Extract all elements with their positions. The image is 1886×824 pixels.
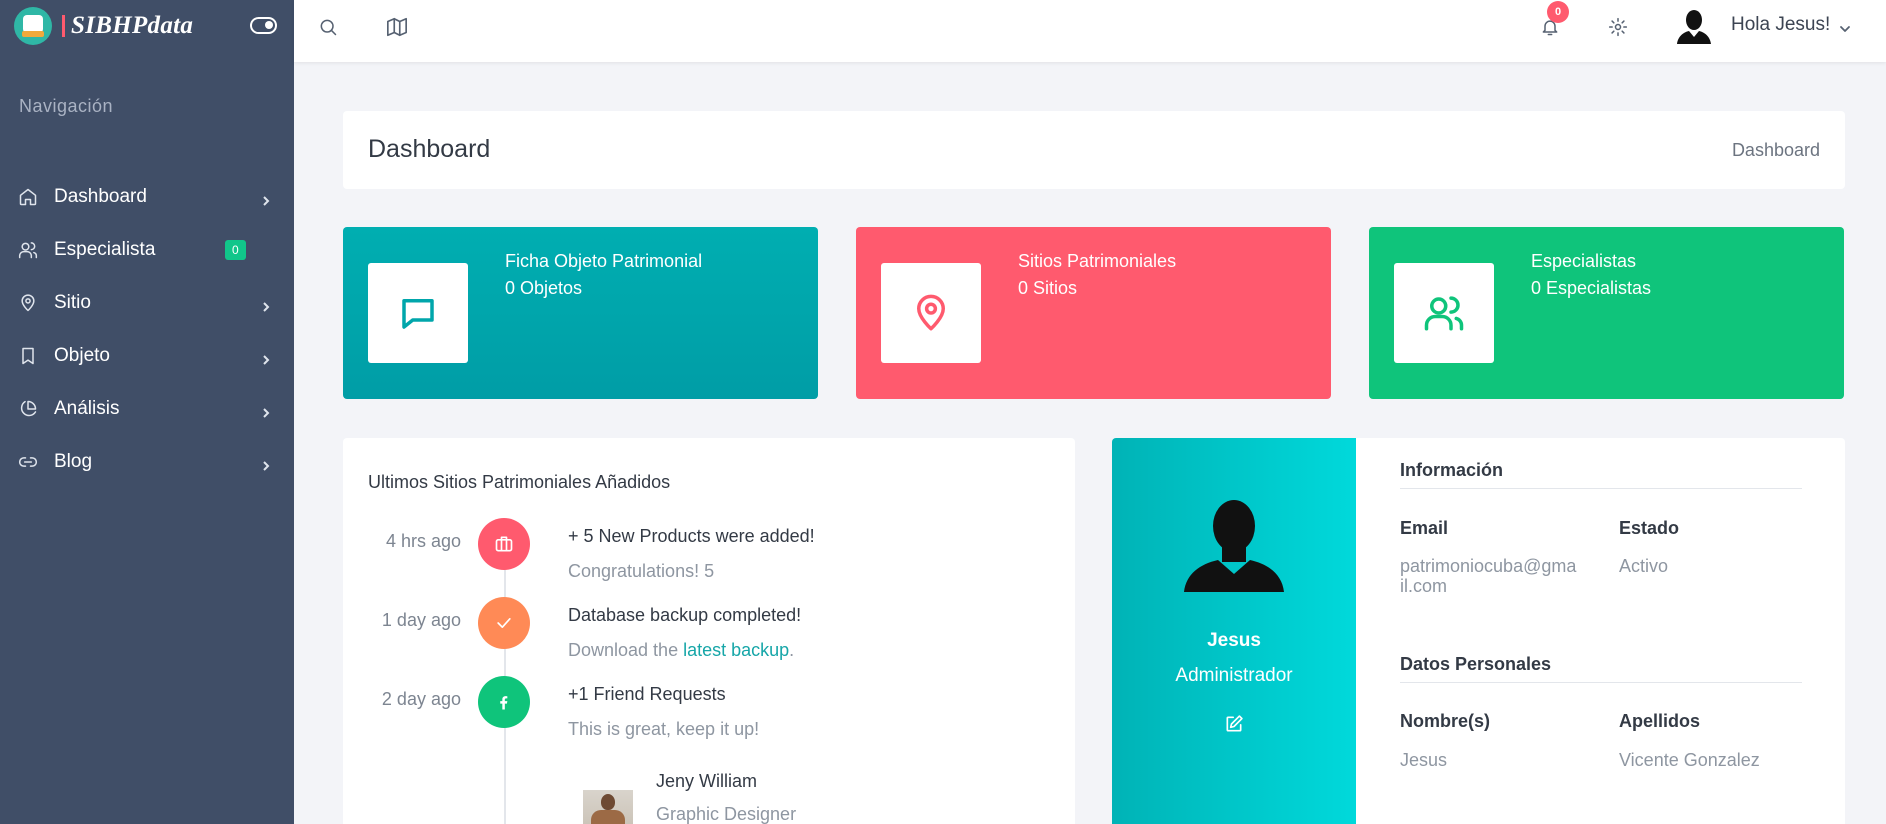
person-photo xyxy=(583,790,633,824)
page-header: Dashboard Dashboard xyxy=(343,111,1845,189)
chevron-right-icon xyxy=(260,456,272,471)
stat-icon-box xyxy=(368,263,468,363)
brand-separator xyxy=(62,15,65,37)
stat-value: 0 Sitios xyxy=(1018,278,1078,298)
count-badge: 0 xyxy=(225,239,246,260)
info-section-title: Información xyxy=(1400,460,1802,489)
timeline-dot xyxy=(478,676,530,728)
first-name-value: Jesus xyxy=(1400,750,1448,770)
email-value-line1: patrimoniocuba@gma xyxy=(1400,556,1577,576)
stat-card-sitios[interactable]: Sitios Patrimoniales 0 Sitios xyxy=(856,227,1331,399)
profile-name: Jesus xyxy=(1207,630,1261,651)
map-pin-icon xyxy=(917,294,945,331)
stat-icon-box xyxy=(881,263,981,363)
first-name-label: Nombre(s) xyxy=(1400,711,1491,731)
chevron-right-icon xyxy=(260,350,272,365)
sidebar-item-label: Sitio xyxy=(54,291,91,313)
home-icon xyxy=(19,188,37,205)
last-name-label: Apellidos xyxy=(1619,711,1701,731)
timeline-dot xyxy=(478,518,530,570)
bookmark-icon xyxy=(22,347,34,364)
sidebar-item-objeto[interactable]: Objeto xyxy=(0,329,294,382)
check-icon xyxy=(497,618,511,628)
last-name-value: Vicente Gonzalez xyxy=(1619,750,1760,770)
timeline-card: Ultimos Sitios Patrimoniales Añadidos 4 … xyxy=(343,438,1075,824)
profile-sidebar: Jesus Administrador xyxy=(1112,438,1356,824)
edit-icon[interactable] xyxy=(1224,714,1244,734)
user-greeting[interactable]: Hola Jesus! xyxy=(1731,14,1830,36)
profile-avatar xyxy=(1184,500,1284,592)
map-icon[interactable] xyxy=(386,16,408,38)
stat-card-especialistas[interactable]: Especialistas 0 Especialistas xyxy=(1369,227,1844,399)
brand-logo xyxy=(14,7,52,45)
sidebar-item-label: Objeto xyxy=(54,344,110,366)
sidebar-item-analisis[interactable]: Análisis xyxy=(0,382,294,435)
timeline-subtext: This is great, keep it up! xyxy=(568,719,760,739)
sidebar-item-label: Análisis xyxy=(54,397,120,419)
person-role: Graphic Designer xyxy=(656,804,797,824)
personal-section-title: Datos Personales xyxy=(1400,654,1802,683)
chevron-right-icon xyxy=(260,297,272,312)
facebook-icon xyxy=(500,696,508,710)
latest-backup-link[interactable]: latest backup xyxy=(683,640,789,660)
timeline-heading: Database backup completed! xyxy=(568,605,802,625)
user-avatar[interactable] xyxy=(1675,8,1713,44)
gear-icon[interactable] xyxy=(1607,16,1629,38)
map-pin-icon xyxy=(21,293,35,311)
profile-card: Jesus Administrador Información Email Es… xyxy=(1112,438,1845,824)
breadcrumb[interactable]: Dashboard xyxy=(1732,140,1820,161)
nav-heading: Navigación xyxy=(19,96,114,116)
timeline-heading: +1 Friend Requests xyxy=(568,684,726,704)
stat-title: Especialistas xyxy=(1531,251,1637,271)
stat-value: 0 Objetos xyxy=(505,278,583,298)
message-square-icon xyxy=(402,299,434,329)
stat-value: 0 Especialistas xyxy=(1531,278,1652,298)
topbar: 0 Hola Jesus! xyxy=(294,0,1886,62)
page-title: Dashboard xyxy=(368,135,491,163)
person-name: Jeny William xyxy=(656,771,758,791)
timeline-subtext: Congratulations! 5 xyxy=(568,561,715,581)
stat-card-objetos[interactable]: Ficha Objeto Patrimonial 0 Objetos xyxy=(343,227,818,399)
users-icon xyxy=(1424,296,1464,331)
email-value-line2: il.com xyxy=(1400,576,1448,596)
sidebar-item-label: Especialista xyxy=(54,238,156,260)
sidebar: SIBHPdata Navigación Dashboard Especiali… xyxy=(0,0,294,824)
sidebar-item-especialista[interactable]: Especialista 0 xyxy=(0,223,294,276)
timeline-subtext-suffix: . xyxy=(789,640,795,660)
status-label: Estado xyxy=(1619,518,1680,538)
users-icon xyxy=(18,241,38,258)
email-label: Email xyxy=(1400,518,1449,538)
notification-count-badge: 0 xyxy=(1547,1,1569,23)
timeline-time: 4 hrs ago xyxy=(385,531,461,551)
chevron-right-icon xyxy=(260,191,272,206)
timeline-heading: + 5 New Products were added! xyxy=(568,526,815,546)
chevron-right-icon xyxy=(260,403,272,418)
stat-icon-box xyxy=(1394,263,1494,363)
sidebar-item-dashboard[interactable]: Dashboard xyxy=(0,170,294,223)
timeline-subtext-prefix: Download the xyxy=(568,640,684,660)
brand[interactable]: SIBHPdata xyxy=(0,0,294,52)
chevron-down-icon[interactable] xyxy=(1839,21,1851,39)
timeline-dot xyxy=(478,597,530,649)
sidebar-item-sitio[interactable]: Sitio xyxy=(0,276,294,329)
pie-chart-icon xyxy=(20,400,37,416)
status-value: Activo xyxy=(1619,556,1669,576)
sidebar-item-blog[interactable]: Blog xyxy=(0,435,294,488)
link-icon xyxy=(18,456,38,467)
timeline-title: Ultimos Sitios Patrimoniales Añadidos xyxy=(368,472,671,492)
profile-role: Administrador xyxy=(1175,665,1293,686)
stat-title: Ficha Objeto Patrimonial xyxy=(505,251,703,271)
sidebar-toggle-icon[interactable] xyxy=(250,17,277,34)
stat-title: Sitios Patrimoniales xyxy=(1018,251,1177,271)
search-icon[interactable] xyxy=(317,16,339,38)
brand-name: SIBHPdata xyxy=(71,12,194,39)
briefcase-icon xyxy=(495,536,513,552)
sidebar-item-label: Dashboard xyxy=(54,185,147,207)
sidebar-item-label: Blog xyxy=(54,450,93,472)
timeline-time: 1 day ago xyxy=(381,610,461,630)
timeline-time: 2 day ago xyxy=(381,689,461,709)
timeline-subtext: Download the latest backup. xyxy=(568,640,794,661)
